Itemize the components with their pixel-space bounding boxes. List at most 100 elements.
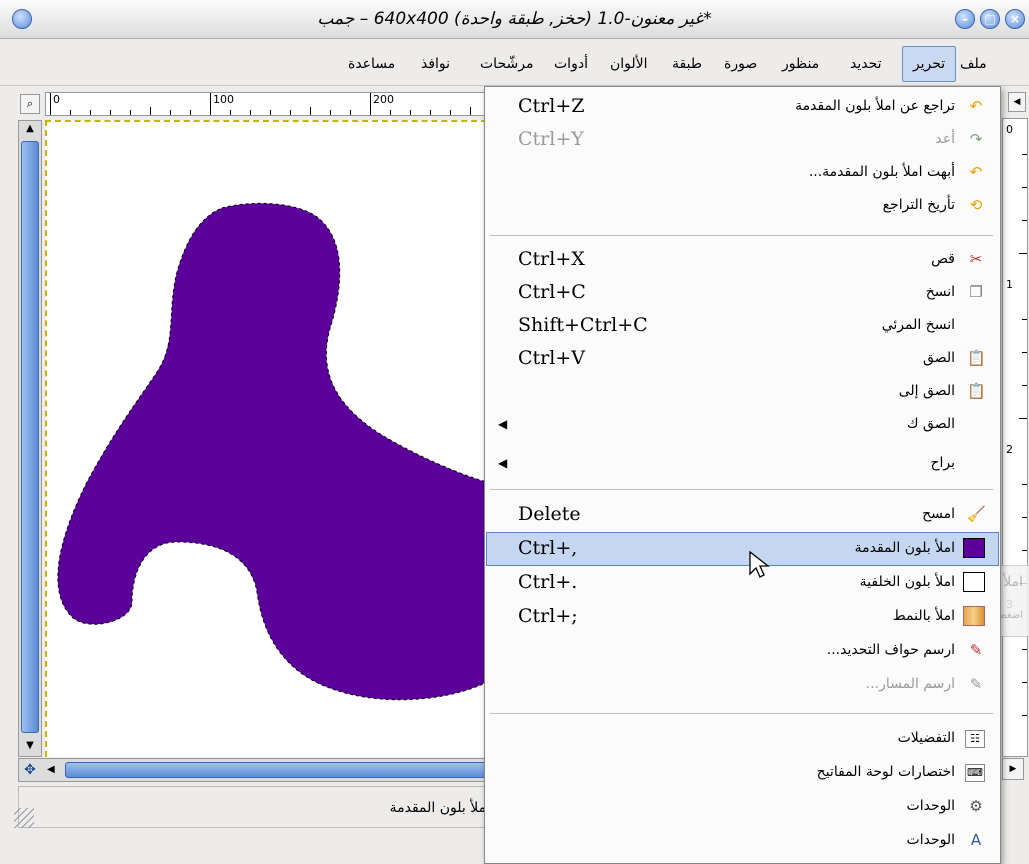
window-title: *غير معنون-1.0 (حخز, طبقة واحدة) 640x400… (317, 9, 712, 29)
menu-item-undo-history[interactable]: ⟲ تأريخ التراجع (484, 189, 999, 221)
menu-item-keyboard-shortcuts[interactable]: ⌨ اختصارات لوحة المفاتيح (484, 756, 999, 788)
preferences-icon: ☷ (965, 730, 985, 748)
menu-item-label: اختصارات لوحة المفاتيح (816, 764, 955, 780)
menu-item-shortcut: Ctrl+. (518, 571, 578, 593)
menu-item-shortcut: Delete (518, 503, 581, 525)
menu-item-label: الوحدات (906, 798, 955, 814)
horizontal-scrollbar[interactable]: ✥ ◀ (18, 758, 490, 782)
paste-into-icon: 📋 (967, 382, 986, 400)
scroll-right-icon[interactable]: ▶ (1002, 758, 1024, 780)
horizontal-scroll-thumb[interactable] (65, 762, 487, 778)
menu-item-label: قص (931, 251, 955, 267)
ruler-label: 0 (53, 93, 60, 106)
menu-select[interactable]: تحديد (850, 50, 882, 78)
menu-item-shortcut: Shift+Ctrl+C (518, 314, 648, 336)
vertical-scroll-thumb[interactable] (21, 141, 39, 733)
minimize-button[interactable]: – (955, 9, 975, 29)
submenu-arrow-icon: ◀ (498, 417, 508, 431)
ruler-label: 100 (213, 93, 234, 106)
menu-item-units[interactable]: A الوحدات (484, 824, 999, 856)
ruler-label: 200 (373, 93, 394, 106)
menu-item-label: براح (930, 455, 955, 471)
menu-item-fade[interactable]: ↶ أبهت املأ بلون المقدمة... (484, 156, 999, 188)
ruler-label: 1 (1006, 278, 1013, 291)
bg-color-icon (963, 572, 985, 592)
menu-item-fill-bg[interactable]: املأ بلون الخلفية Ctrl+. (484, 566, 999, 598)
scroll-down-icon[interactable]: ▼ (21, 740, 39, 754)
units-icon: A (970, 831, 982, 849)
menu-item-label: التفضيلات (897, 730, 955, 746)
menu-edit[interactable]: تحرير (902, 46, 956, 82)
status-text: املأ بلون المقدمة (389, 800, 490, 816)
undo-history-icon: ⟲ (969, 196, 983, 214)
redo-icon: ↷ (969, 130, 983, 148)
image-canvas[interactable] (45, 120, 488, 757)
menu-filters[interactable]: مرشّحات (480, 50, 533, 78)
collapse-panel-icon[interactable]: ◀ (1008, 92, 1026, 112)
vertical-scrollbar[interactable]: ▲ ▼ (18, 120, 42, 757)
menu-item-copy[interactable]: ❐ انسخ Ctrl+C (484, 276, 999, 308)
keyboard-icon: ⌨ (965, 764, 985, 782)
close-button[interactable]: × (1005, 9, 1025, 29)
window-menu-button[interactable] (12, 9, 32, 29)
menu-separator (490, 489, 993, 490)
scroll-left-icon[interactable]: ◀ (47, 762, 61, 778)
menu-item-label: امسح (922, 506, 955, 522)
menu-item-shortcut: Ctrl+Z (518, 95, 585, 117)
mouse-cursor-icon (749, 550, 770, 578)
maximize-button[interactable]: □ (980, 9, 1000, 29)
menu-item-stroke-selection[interactable]: ✎ ارسم حواف التحديد... (484, 634, 999, 666)
menu-item-preferences[interactable]: ☷ التفضيلات (484, 722, 999, 754)
menu-view[interactable]: منظور (782, 50, 819, 78)
menu-item-label: انسخ المرئي (881, 317, 955, 333)
menu-item-undo[interactable]: ↶ تراجع عن املأ بلون المقدمة Ctrl+Z (484, 90, 999, 122)
menu-item-paste-into[interactable]: 📋 الصق إلى (484, 375, 999, 407)
menu-colors[interactable]: الألوان (610, 50, 648, 78)
menu-separator (490, 713, 993, 714)
menu-item-fill-pattern[interactable]: املأ بالنمط Ctrl+; (484, 600, 999, 632)
menu-item-shortcut: Ctrl+X (518, 248, 585, 270)
menu-item-label: الصق ك (907, 416, 955, 432)
menu-item-shortcut: Ctrl+V (518, 347, 585, 369)
menu-item-label: أبهت املأ بلون المقدمة... (808, 164, 955, 180)
ruler-label: 0 (1006, 123, 1013, 136)
menu-item-clear[interactable]: 🧹 امسح Delete (484, 498, 999, 530)
menu-layer[interactable]: طبقة (672, 50, 702, 78)
menu-item-copy-visible[interactable]: انسخ المرئي Shift+Ctrl+C (484, 309, 999, 341)
menu-item-buffer[interactable]: ◀ براح (484, 447, 999, 479)
navigate-icon[interactable]: ✥ (19, 759, 41, 781)
submenu-arrow-icon: ◀ (498, 456, 508, 470)
menu-windows[interactable]: نوافذ (421, 50, 450, 78)
menu-item-cut[interactable]: ✂ قص Ctrl+X (484, 243, 999, 275)
menu-item-label: تراجع عن املأ بلون المقدمة (795, 98, 955, 114)
ruler-label: 2 (1006, 443, 1013, 456)
menu-item-label: املأ بلون المقدمة (854, 540, 955, 556)
resize-grip[interactable] (14, 808, 34, 828)
menu-item-label: املأ بلون الخلفية (859, 574, 955, 590)
menu-item-label: ارسم حواف التحديد... (826, 642, 955, 658)
menu-item-modules[interactable]: ⚙ الوحدات (484, 790, 999, 822)
menu-item-paste-as[interactable]: ◀ الصق ك (484, 408, 999, 440)
paste-icon: 📋 (967, 349, 986, 367)
menu-image[interactable]: صورة (724, 50, 757, 78)
copy-icon: ❐ (969, 283, 983, 301)
menu-item-stroke-path[interactable]: ✎ ارسم المسار... (484, 668, 999, 700)
scissors-icon: ✂ (969, 250, 983, 268)
vertical-ruler: 0 1 2 3 (1002, 118, 1028, 757)
fg-color-icon (963, 538, 985, 558)
menu-help[interactable]: مساعدة (348, 50, 395, 78)
menu-item-shortcut: Ctrl+, (518, 537, 578, 559)
menu-item-redo[interactable]: ↷ أعد Ctrl+Y (484, 123, 999, 155)
scroll-up-icon[interactable]: ▲ (21, 123, 39, 137)
menu-tools[interactable]: أدوات (554, 50, 588, 78)
pattern-icon (963, 606, 985, 626)
menu-item-fill-fg[interactable]: املأ بلون المقدمة Ctrl+, (484, 532, 999, 564)
menu-item-label: أعد (935, 131, 955, 147)
menu-separator (490, 235, 993, 236)
menu-item-paste[interactable]: 📋 الصق Ctrl+V (484, 342, 999, 374)
zoom-icon[interactable]: ⌕ (20, 94, 40, 114)
menu-file[interactable]: ملف (960, 50, 987, 78)
modules-icon: ⚙ (969, 797, 983, 815)
edit-menu-items: ↶ تراجع عن املأ بلون المقدمة Ctrl+Z ↷ أع… (484, 86, 999, 862)
menu-item-label: ارسم المسار... (865, 676, 955, 692)
